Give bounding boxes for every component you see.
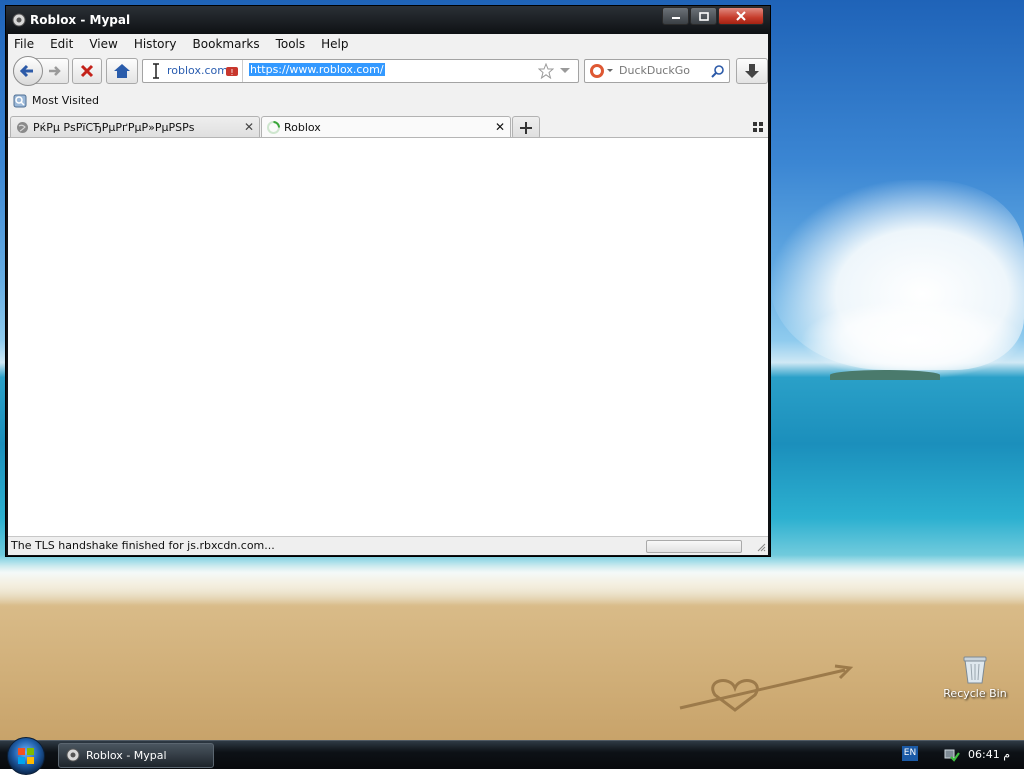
most-visited-bookmark[interactable]: Most Visited (32, 94, 99, 107)
taskbar-item-mypal[interactable]: Roblox - Mypal (58, 743, 214, 768)
url-bar[interactable]: roblox.com ! https://www.roblox.com/ (142, 59, 579, 83)
resize-grip-icon[interactable] (756, 542, 766, 552)
tab-2-active[interactable]: Roblox ✕ (261, 116, 511, 139)
recycle-bin-icon (962, 654, 988, 684)
stop-icon (80, 64, 94, 78)
recycle-bin-label: Recycle Bin (943, 687, 1007, 700)
browser-client-area: File Edit View History Bookmarks Tools H… (8, 34, 768, 555)
globe-favicon-icon (17, 122, 28, 133)
menu-tools[interactable]: Tools (276, 37, 306, 51)
back-arrow-icon (19, 64, 33, 78)
menu-help[interactable]: Help (321, 37, 348, 51)
loading-spinner-icon (267, 121, 280, 134)
sand-heart-drawing (679, 664, 854, 712)
url-dropdown-icon[interactable] (559, 67, 571, 75)
forward-button[interactable] (46, 62, 64, 80)
plus-icon (520, 122, 532, 134)
menu-file[interactable]: File (14, 37, 34, 51)
downloads-button[interactable] (736, 58, 768, 84)
minimize-button[interactable] (662, 7, 689, 25)
page-content-area[interactable] (8, 137, 768, 537)
text-cursor-icon (153, 63, 159, 79)
language-indicator[interactable]: EN (902, 746, 918, 761)
taskbar-clock[interactable]: 06:41 م (968, 748, 1010, 761)
bookmarks-toolbar: Most Visited (8, 90, 768, 112)
site-identity-button[interactable]: roblox.com ! (143, 60, 243, 82)
back-forward-group (13, 56, 69, 86)
download-arrow-icon (745, 64, 759, 78)
search-placeholder: DuckDuckGo (619, 64, 690, 77)
identity-domain: roblox.com (167, 64, 228, 77)
tab-1-close-icon[interactable]: ✕ (244, 120, 254, 134)
stop-button[interactable] (72, 58, 102, 84)
taskbar: Roblox - Mypal EN 06:41 م (0, 737, 1024, 775)
home-button[interactable] (106, 58, 138, 84)
mixed-content-warning-icon: ! (226, 67, 238, 77)
tab-2-close-icon[interactable]: ✕ (495, 120, 505, 134)
minimize-icon (671, 17, 680, 19)
wallpaper-cloud-low (800, 300, 1024, 380)
mypal-app-icon (12, 13, 26, 27)
browser-window: Roblox - Mypal File Edit View History Bo… (5, 5, 771, 557)
taskbar-item-label: Roblox - Mypal (86, 749, 167, 762)
bookmark-star-icon[interactable] (538, 63, 554, 79)
window-title: Roblox - Mypal (30, 13, 131, 27)
url-text[interactable]: https://www.roblox.com/ (249, 63, 385, 76)
status-text: The TLS handshake finished for js.rbxcdn… (11, 539, 275, 552)
menu-bookmarks[interactable]: Bookmarks (193, 37, 260, 51)
most-visited-icon (13, 94, 27, 108)
back-button[interactable] (13, 56, 43, 86)
recycle-bin-desktop-icon[interactable]: Recycle Bin (942, 654, 1008, 700)
close-window-button[interactable] (718, 7, 764, 25)
menu-history[interactable]: History (134, 37, 177, 51)
network-tray-icon[interactable] (944, 746, 960, 762)
maximize-button[interactable] (690, 7, 717, 25)
window-titlebar[interactable]: Roblox - Mypal (6, 6, 770, 34)
list-all-tabs-icon[interactable] (753, 122, 763, 132)
navigation-toolbar: roblox.com ! https://www.roblox.com/ Duc… (8, 54, 768, 88)
start-button[interactable] (7, 737, 45, 775)
tab-1[interactable]: РќРµ РѕРїСЂРµРґРµР»РµРЅРѕ ✕ (10, 116, 260, 139)
new-tab-button[interactable] (512, 116, 540, 139)
menu-view[interactable]: View (89, 37, 117, 51)
tab-1-label: РќРµ РѕРїСЂРµРґРµР»РµРЅРѕ (33, 121, 195, 134)
mypal-taskbar-icon (66, 748, 80, 762)
close-icon (736, 11, 746, 21)
duckduckgo-engine-icon[interactable] (588, 62, 614, 80)
search-icon[interactable] (711, 64, 725, 78)
svg-text:!: ! (230, 68, 233, 77)
tab-strip: РќРµ РѕРїСЂРµРґРµР»РµРЅРѕ ✕ Roblox ✕ (8, 114, 768, 139)
wallpaper-island (830, 370, 940, 380)
tab-2-label: Roblox (284, 121, 321, 134)
windows-logo-icon (18, 748, 34, 764)
status-progress-bar (646, 540, 742, 553)
home-icon (114, 64, 130, 78)
wallpaper-surf (0, 555, 1024, 605)
status-bar: The TLS handshake finished for js.rbxcdn… (8, 536, 768, 555)
search-box[interactable]: DuckDuckGo (584, 59, 730, 83)
menubar: File Edit View History Bookmarks Tools H… (8, 34, 768, 54)
menu-edit[interactable]: Edit (50, 37, 73, 51)
maximize-icon (698, 11, 709, 21)
